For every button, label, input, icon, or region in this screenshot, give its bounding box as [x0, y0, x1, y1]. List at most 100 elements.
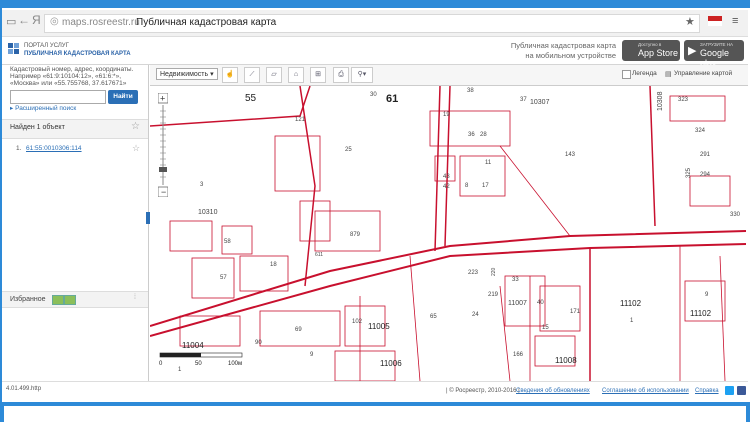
google-play-button[interactable]: ▶ ЗАГРУЗИТЕ НА Google play	[684, 40, 744, 68]
svg-text:65: 65	[430, 314, 437, 320]
svg-text:102: 102	[352, 319, 363, 325]
advanced-search-link[interactable]: ▸ Расширенный поиск	[10, 104, 76, 112]
copyright-label: | © Росреестр, 2010-2016 |	[446, 388, 520, 394]
svg-text:879: 879	[350, 232, 361, 238]
building-tool-icon[interactable]: ⌂	[288, 67, 304, 83]
bookmark-star-icon[interactable]: ★	[685, 15, 695, 28]
scale-label-100: 100м	[228, 361, 242, 367]
svg-text:1: 1	[630, 318, 634, 324]
find-button[interactable]: Найти	[108, 90, 138, 104]
svg-text:61: 61	[386, 93, 398, 105]
svg-text:11102: 11102	[620, 299, 642, 308]
svg-text:58: 58	[224, 239, 231, 245]
svg-text:291: 291	[700, 152, 711, 158]
grip-icon[interactable]: ⁞	[134, 294, 136, 301]
svg-text:10308: 10308	[657, 91, 664, 111]
scale-label-50: 50	[195, 361, 202, 367]
svg-text:11008: 11008	[555, 356, 577, 365]
globe-icon: ◎	[50, 16, 59, 27]
svg-text:40: 40	[537, 300, 544, 306]
svg-text:11: 11	[485, 160, 492, 166]
tabs-icon[interactable]: ▭	[6, 15, 16, 28]
svg-text:+: +	[160, 94, 165, 104]
svg-text:330: 330	[730, 212, 741, 218]
app-store-button[interactable]: Доступно в App Store	[622, 40, 680, 61]
svg-text:43: 43	[443, 174, 450, 180]
updates-link[interactable]: Сведения об обновлениях	[516, 388, 590, 394]
measure-tool-icon[interactable]: ⟋	[244, 67, 260, 83]
svg-text:90: 90	[255, 340, 262, 346]
mobile-promo-line2: на мобильном устройстве	[525, 51, 616, 60]
terms-link[interactable]: Соглашение об использовании	[602, 388, 689, 394]
result-star-icon[interactable]: ☆	[132, 143, 140, 154]
layer-select-value: Недвижимость	[160, 71, 209, 78]
svg-text:324: 324	[695, 128, 706, 134]
rosreestr-logo-icon[interactable]	[8, 41, 20, 59]
svg-text:11004: 11004	[182, 341, 204, 350]
back-button[interactable]: ←	[18, 13, 30, 27]
result-link[interactable]: 61:55:0010306:114	[26, 145, 82, 152]
print-icon[interactable]: ⎙	[333, 67, 349, 83]
flag-extension-icon[interactable]	[708, 16, 722, 26]
svg-text:33: 33	[512, 277, 519, 283]
cadastral-map[interactable]: 55 61 30 121 25 3 10310 58 18 57 879 611…	[150, 86, 746, 381]
help-link[interactable]: Справка	[695, 388, 719, 394]
svg-text:36: 36	[468, 132, 475, 138]
url-domain: maps.rosreestr.ru	[62, 17, 140, 28]
area-tool-icon[interactable]: ▱	[266, 67, 282, 83]
svg-text:55: 55	[245, 93, 257, 104]
svg-text:15: 15	[542, 325, 549, 331]
svg-text:10310: 10310	[198, 209, 218, 216]
svg-text:1: 1	[178, 367, 182, 373]
search-hint: «Москва» или «55.755768, 37.617671»	[10, 80, 127, 87]
svg-text:17: 17	[482, 183, 489, 189]
svg-text:294: 294	[700, 172, 711, 178]
svg-text:24: 24	[472, 312, 479, 318]
browser-menu-icon[interactable]: ≡	[732, 15, 738, 27]
svg-text:11005: 11005	[368, 322, 390, 331]
svg-text:37: 37	[520, 97, 527, 103]
svg-text:25: 25	[345, 147, 352, 153]
twitter-icon[interactable]	[725, 386, 734, 395]
favorite-star-icon[interactable]: ☆	[131, 121, 140, 132]
svg-text:219: 219	[488, 292, 499, 298]
svg-text:171: 171	[570, 309, 581, 315]
taskbar-strip	[4, 406, 746, 422]
layer-select[interactable]: Недвижимость ▾	[156, 68, 218, 80]
svg-text:223: 223	[468, 270, 479, 276]
svg-text:42: 42	[443, 184, 450, 190]
yandex-logo-icon[interactable]: Я	[32, 13, 41, 27]
portal-subtitle[interactable]: ПУБЛИЧНАЯ КАДАСТРОВАЯ КАРТА	[24, 51, 131, 57]
basket-tool-icon[interactable]: ⊞	[310, 67, 326, 83]
search-hint: Кадастровый номер, адрес, координаты.	[10, 66, 134, 73]
pan-tool-icon[interactable]: ☝	[222, 67, 238, 83]
svg-text:30: 30	[370, 92, 377, 98]
zoom-slider[interactable]: + −	[158, 93, 168, 197]
svg-text:18: 18	[270, 262, 277, 268]
svg-text:220: 220	[491, 267, 497, 276]
scale-label-0: 0	[159, 361, 163, 367]
svg-text:121: 121	[295, 117, 306, 123]
map-control-label[interactable]: Управление картой	[674, 70, 732, 77]
import-icon[interactable]	[64, 295, 76, 305]
export-icon[interactable]	[52, 295, 64, 305]
legend-checkbox[interactable]	[622, 70, 631, 79]
search-input[interactable]	[10, 90, 106, 104]
legend-label[interactable]: Легенда	[632, 70, 657, 77]
svg-text:19: 19	[443, 112, 450, 118]
page-title: Публичная кадастровая карта	[136, 17, 277, 28]
layers-icon[interactable]: ▤	[665, 70, 672, 78]
map-toolbar	[150, 65, 748, 86]
window-frame-top	[0, 0, 750, 8]
link-tool-icon[interactable]: ⚲▾	[351, 67, 373, 83]
facebook-icon[interactable]	[737, 386, 746, 395]
search-hint: Например «61:9:10104:12», «61:6:*»,	[10, 73, 122, 80]
svg-text:166: 166	[513, 352, 524, 358]
svg-text:11007: 11007	[508, 300, 527, 307]
results-count: Найден 1 объект	[10, 124, 65, 131]
version-label: 4.01.499.http	[6, 386, 42, 392]
favorites-label: Избранное	[10, 296, 46, 303]
svg-text:611: 611	[315, 252, 323, 258]
search-panel	[2, 65, 149, 381]
appstore-big-label: App Store	[638, 48, 679, 58]
